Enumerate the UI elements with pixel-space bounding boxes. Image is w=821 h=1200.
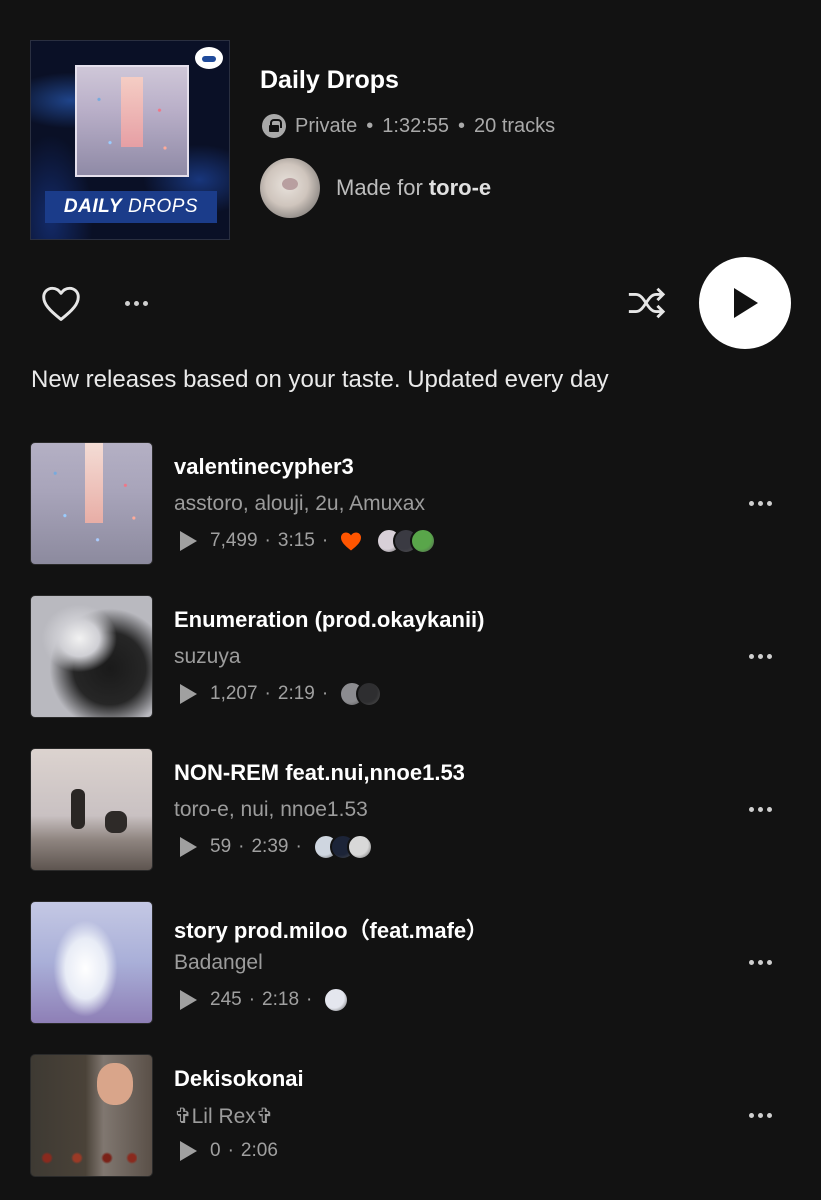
- play-count-icon: [180, 990, 197, 1010]
- heart-outline-icon: [42, 286, 80, 321]
- track-row[interactable]: Dekisokonai ✞Lil Rex✞ 0 · 2:06: [30, 1054, 790, 1178]
- stats-separator: ·: [321, 683, 329, 704]
- play-count: 0: [210, 1140, 221, 1161]
- track-title[interactable]: story prod.miloo（feat.mafe）: [174, 913, 488, 945]
- track-row[interactable]: Enumeration (prod.okaykanii) suzuya 1,20…: [30, 595, 790, 719]
- track-artwork[interactable]: [30, 442, 153, 565]
- stats-separator: ·: [227, 1140, 234, 1161]
- track-artists[interactable]: asstoro, alouji, 2u, Amuxax: [174, 492, 425, 516]
- reposter-avatars[interactable]: [376, 528, 437, 554]
- track-stats: 7,499 · 3:15 ·: [180, 528, 437, 554]
- play-count: 7,499: [210, 530, 258, 551]
- reposter-avatar[interactable]: [323, 987, 350, 1013]
- reposter-avatars[interactable]: [312, 834, 373, 860]
- play-count-icon: [180, 684, 197, 704]
- meta-separator: •: [458, 114, 466, 137]
- reposter-avatar[interactable]: [356, 681, 383, 707]
- track-title[interactable]: valentinecypher3: [174, 454, 354, 480]
- track-stats: 245 · 2:18 ·: [180, 987, 350, 1013]
- made-for-label: Made for: [336, 175, 423, 200]
- made-for-text: Made for toro-e: [336, 175, 491, 201]
- track-duration: 2:19: [277, 683, 315, 704]
- cover-badge-thin: DROPS: [128, 196, 199, 217]
- play-count: 1,207: [210, 683, 258, 704]
- reposter-avatar[interactable]: [346, 834, 373, 860]
- cover-image: [75, 65, 189, 177]
- like-button[interactable]: [38, 282, 84, 324]
- more-options-button[interactable]: [116, 288, 156, 318]
- play-count-icon: [180, 1141, 197, 1161]
- track-more-button[interactable]: [740, 1100, 780, 1130]
- play-icon: [734, 288, 758, 318]
- track-duration: 2:18: [262, 989, 300, 1010]
- made-for-username[interactable]: toro-e: [429, 175, 491, 200]
- stats-separator: ·: [321, 530, 329, 551]
- track-more-button[interactable]: [740, 794, 780, 824]
- reposter-avatars[interactable]: [323, 987, 350, 1013]
- track-more-button[interactable]: [740, 488, 780, 518]
- playlist-title: Daily Drops: [260, 66, 399, 94]
- stats-separator: ·: [264, 530, 271, 551]
- soundcloud-logo-icon: [195, 47, 223, 69]
- track-more-button[interactable]: [740, 641, 780, 671]
- playlist-duration: 1:32:55: [382, 114, 449, 137]
- play-count-icon: [180, 837, 197, 857]
- track-artwork[interactable]: [30, 901, 153, 1024]
- reposter-avatars[interactable]: [339, 681, 383, 707]
- meta-separator: •: [366, 114, 374, 137]
- track-artwork[interactable]: [30, 748, 153, 871]
- track-stats: 1,207 · 2:19 ·: [180, 681, 383, 707]
- shuffle-button[interactable]: [620, 282, 672, 324]
- shuffle-icon: [628, 287, 666, 319]
- play-count: 245: [210, 989, 242, 1010]
- track-title[interactable]: Enumeration (prod.okaykanii): [174, 607, 485, 633]
- stats-separator: ·: [264, 683, 271, 704]
- cover-badge: DAILY DROPS: [45, 191, 217, 223]
- privacy-label: Private: [295, 114, 358, 137]
- lock-icon: [262, 114, 286, 138]
- playlist-cover[interactable]: DAILY DROPS: [30, 40, 230, 240]
- track-artwork[interactable]: [30, 1054, 153, 1177]
- track-artists[interactable]: Badangel: [174, 951, 263, 975]
- liked-heart-icon: [341, 532, 362, 551]
- user-avatar[interactable]: [260, 158, 320, 218]
- play-count: 59: [210, 836, 232, 857]
- playlist-description: New releases based on your taste. Update…: [31, 366, 609, 393]
- stats-separator: ·: [248, 989, 256, 1010]
- track-row[interactable]: valentinecypher3 asstoro, alouji, 2u, Am…: [30, 442, 790, 566]
- play-button[interactable]: [699, 257, 791, 349]
- track-title[interactable]: NON-REM feat.nui,nnoe1.53: [174, 760, 465, 786]
- track-more-button[interactable]: [740, 947, 780, 977]
- play-count-icon: [180, 531, 197, 551]
- stats-separator: ·: [295, 836, 302, 857]
- track-artists[interactable]: suzuya: [174, 645, 241, 669]
- track-row[interactable]: NON-REM feat.nui,nnoe1.53 toro-e, nui, n…: [30, 748, 790, 872]
- made-for-row[interactable]: Made for toro-e: [260, 158, 491, 218]
- playlist-meta: Private • 1:32:55 • 20 tracks: [262, 114, 555, 138]
- track-title[interactable]: Dekisokonai: [174, 1066, 304, 1092]
- track-stats: 0 · 2:06: [180, 1140, 278, 1162]
- stats-separator: ·: [238, 836, 245, 857]
- track-artists[interactable]: toro-e, nui, nnoe1.53: [174, 798, 368, 822]
- stats-separator: ·: [306, 989, 313, 1010]
- track-duration: 2:06: [240, 1140, 278, 1161]
- cover-badge-bold: DAILY: [63, 196, 122, 217]
- track-stats: 59 · 2:39 ·: [180, 834, 373, 860]
- track-artists[interactable]: ✞Lil Rex✞: [174, 1104, 273, 1129]
- track-artwork[interactable]: [30, 595, 153, 718]
- track-duration: 2:39: [251, 836, 289, 857]
- track-count: 20 tracks: [474, 114, 556, 137]
- track-duration: 3:15: [277, 530, 315, 551]
- reposter-avatar[interactable]: [410, 528, 437, 554]
- track-row[interactable]: story prod.miloo（feat.mafe） Badangel 245…: [30, 901, 790, 1025]
